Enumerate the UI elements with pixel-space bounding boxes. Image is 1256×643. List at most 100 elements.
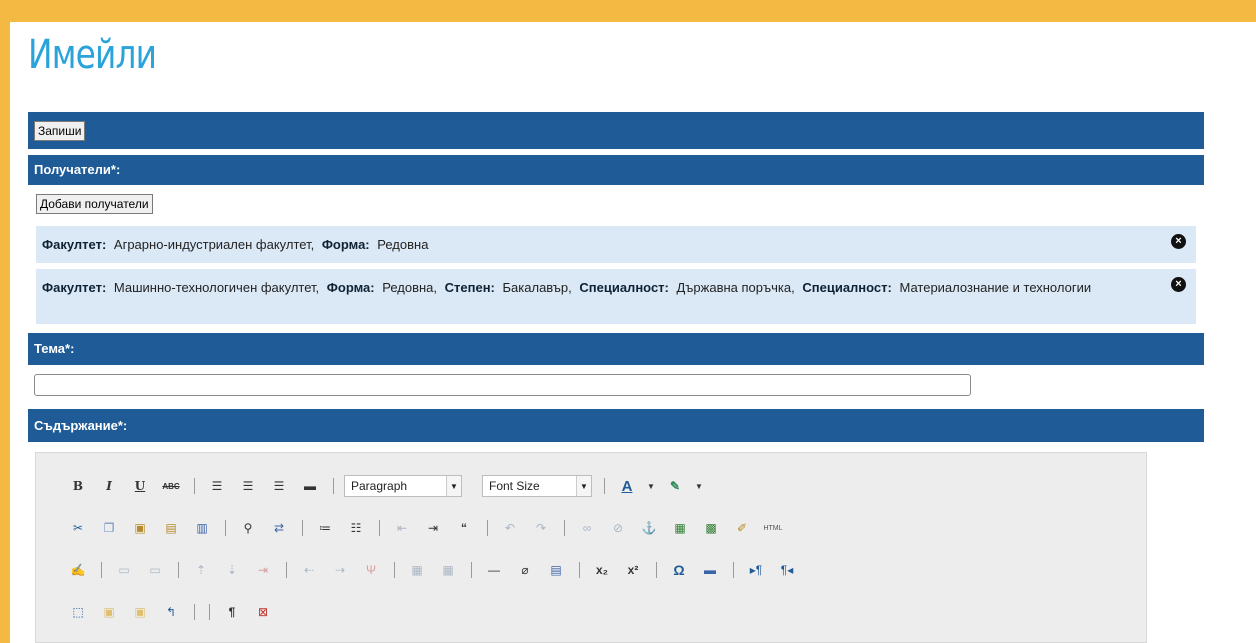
remove-icon[interactable]: × [1171,234,1186,249]
style-props-icon[interactable]: ▣ [97,601,121,623]
subscript-icon[interactable]: x₂ [590,559,614,581]
toolbar-separator [733,562,734,578]
split-cells-icon[interactable]: ▦ [405,559,429,581]
nonbreaking-icon[interactable]: ▬ [698,559,722,581]
rich-text-editor: B I U ABC ☰ ☰ ☰ ▬ Paragraph ▼ Font Size … [35,452,1147,643]
italic-icon[interactable]: I [97,475,121,497]
email-page: Имейли Запиши Получатели*: Добави получа… [10,22,1256,643]
insert-row-before-icon[interactable]: ⇡ [189,559,213,581]
align-center-icon[interactable]: ☰ [236,475,260,497]
strikethrough-icon[interactable]: ABC [159,475,183,497]
field-value: Машинно-технологичен факултет, [113,280,320,295]
chevron-down-icon[interactable]: ▼ [646,475,656,497]
toolbar-separator [194,478,195,494]
field-label: Степен: [444,280,495,295]
indent-icon[interactable]: ⇥ [421,517,445,539]
replace-icon[interactable]: ⇄ [267,517,291,539]
remove-icon[interactable]: × [1171,277,1186,292]
format-select-value: Paragraph [351,479,408,493]
insert-col-before-icon[interactable]: ⇠ [297,559,321,581]
format-select[interactable]: Paragraph ▼ [344,475,462,497]
redo-icon[interactable]: ↷ [529,517,553,539]
bullet-list-icon[interactable]: ≔ [313,517,337,539]
underline-icon[interactable]: U [128,475,152,497]
toolbar-separator [394,562,395,578]
html-source-icon[interactable]: HTML [761,517,785,539]
content-header: Съдържание*: [28,409,1204,442]
save-bar: Запиши [28,112,1204,149]
toolbar-separator [487,520,488,536]
add-recipients-button[interactable]: Добави получатели [36,194,153,214]
visual-aid-icon[interactable]: ⬚ [66,601,90,623]
recipients-header: Получатели*: [28,155,1204,185]
merge-cells-icon[interactable]: ▦ [436,559,460,581]
field-label: Форма: [326,280,375,295]
chevron-down-icon[interactable]: ▼ [694,475,704,497]
paste-text-icon[interactable]: ▤ [159,517,183,539]
cleanup-icon[interactable]: ✐ [730,517,754,539]
copy-icon[interactable]: ❐ [97,517,121,539]
fullscreen-icon[interactable]: ⊠ [251,601,275,623]
toolbar-separator [178,562,179,578]
text-color-icon[interactable]: A [615,475,639,497]
insert-row-after-icon[interactable]: ⇣ [220,559,244,581]
superscript-icon[interactable]: x² [621,559,645,581]
delete-row-icon[interactable]: ⇥ [251,559,275,581]
edit-css-icon[interactable]: ✍ [66,559,90,581]
recipient-item: Факултет: Машинно-технологичен факултет,… [36,269,1196,324]
toolbar-separator [579,562,580,578]
numbered-list-icon[interactable]: ☷ [344,517,368,539]
highlight-color-icon[interactable]: ✎ [663,475,687,497]
anchor-icon[interactable]: ⚓ [637,517,661,539]
show-blocks-icon[interactable]: ¶ [220,601,244,623]
horizontal-rule-icon[interactable]: — [482,559,506,581]
paste-icon[interactable]: ▣ [128,517,152,539]
layer-icon[interactable]: ▣ [128,601,152,623]
cell-props-icon[interactable]: ▭ [143,559,167,581]
rtl-icon[interactable]: ¶◂ [775,559,799,581]
outdent-icon[interactable]: ⇤ [390,517,414,539]
ltr-icon[interactable]: ▸¶ [744,559,768,581]
image-icon[interactable]: ▦ [668,517,692,539]
toolbar-separator [209,604,210,620]
editor-toolbar-row: B I U ABC ☰ ☰ ☰ ▬ Paragraph ▼ Font Size … [66,473,711,499]
undo-icon[interactable]: ↶ [498,517,522,539]
field-label: Форма: [321,237,370,252]
save-button[interactable]: Запиши [34,121,86,141]
special-char-icon[interactable]: Ω [667,559,691,581]
editor-toolbar-row: ✂ ❐ ▣ ▤ ▥ ⚲ ⇄ ≔ ☷ ⇤ ⇥ “ ↶ ↷ ∞ ⊘ ⚓ ▦ ▩ ✐ … [66,515,792,541]
field-value: Редовна, [382,280,438,295]
subject-header: Тема*: [28,333,1204,365]
delete-col-icon[interactable]: Ψ [359,559,383,581]
font-size-select[interactable]: Font Size ▼ [482,475,592,497]
toolbar-separator [302,520,303,536]
paste-word-icon[interactable]: ▥ [190,517,214,539]
editor-toolbar-row: ✍ ▭ ▭ ⇡ ⇣ ⇥ ⇠ ⇢ Ψ ▦ ▦ — ⌀ ▤ x₂ x² Ω ▬ ▸¶… [66,557,806,583]
font-size-select-value: Font Size [489,479,540,493]
cut-icon[interactable]: ✂ [66,517,90,539]
editor-toolbar-row: ⬚ ▣ ▣ ↰ ¶ ⊠ [66,599,282,625]
link-icon[interactable]: ∞ [575,517,599,539]
absolute-icon[interactable]: ↰ [159,601,183,623]
blockquote-icon[interactable]: “ [452,517,476,539]
remove-format-icon[interactable]: ⌀ [513,559,537,581]
align-right-icon[interactable]: ☰ [267,475,291,497]
table-icon[interactable]: ▤ [544,559,568,581]
insert-col-after-icon[interactable]: ⇢ [328,559,352,581]
toolbar-separator [471,562,472,578]
recipient-item: Факултет: Аграрно-индустриален факултет,… [36,226,1196,263]
toolbar-separator [656,562,657,578]
page-title: Имейли [28,32,157,78]
toolbar-separator [333,478,334,494]
insert-image-icon[interactable]: ▩ [699,517,723,539]
field-label: Факултет: [42,280,107,295]
align-left-icon[interactable]: ☰ [205,475,229,497]
row-props-icon[interactable]: ▭ [112,559,136,581]
bold-icon[interactable]: B [66,475,90,497]
subject-input[interactable] [34,374,971,396]
align-justify-icon[interactable]: ▬ [298,475,322,497]
field-value: Редовна [377,237,429,252]
find-icon[interactable]: ⚲ [236,517,260,539]
field-value: Аграрно-индустриален факултет, [113,237,315,252]
unlink-icon[interactable]: ⊘ [606,517,630,539]
